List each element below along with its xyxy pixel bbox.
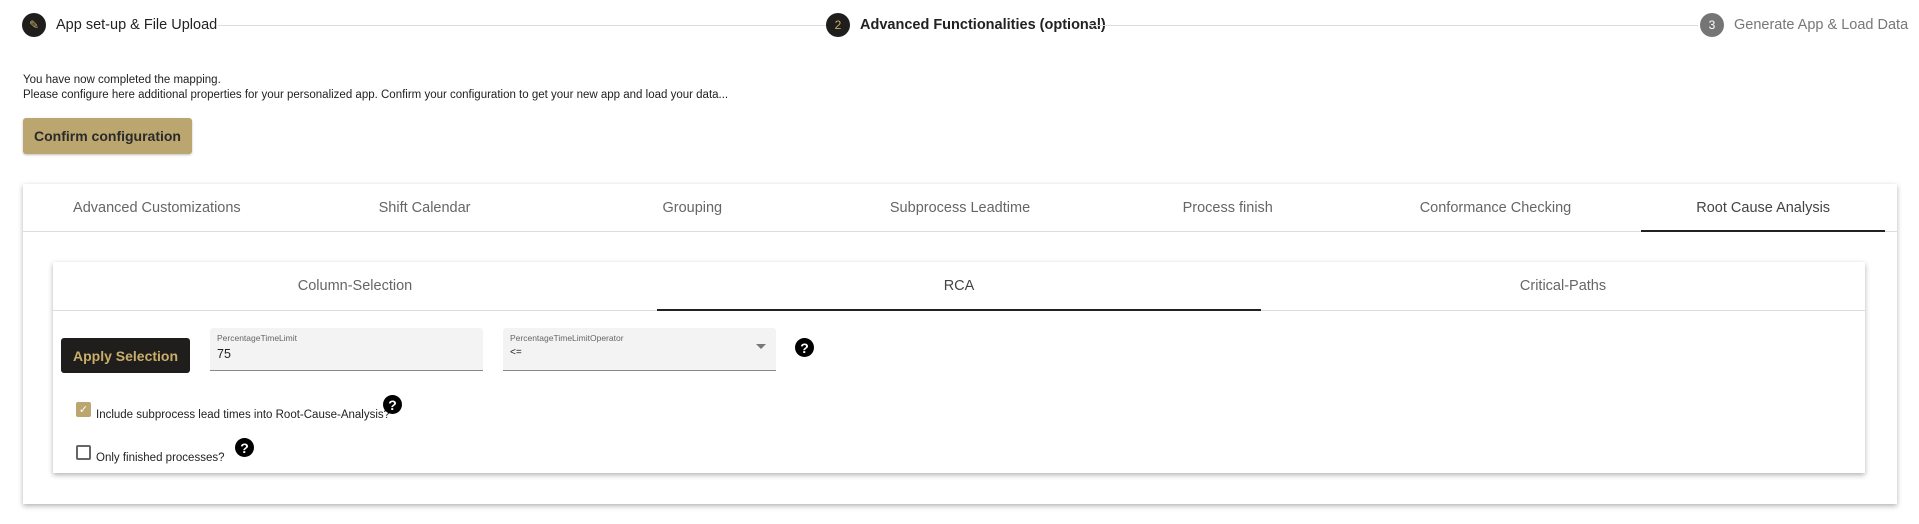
- pencil-icon: ✎: [22, 13, 46, 37]
- step-label: Advanced Functionalities (optional): [860, 17, 1106, 33]
- tab-process-finish[interactable]: Process finish: [1094, 184, 1362, 231]
- apply-selection-button[interactable]: Apply Selection: [61, 338, 190, 373]
- field-value: 75: [217, 347, 231, 361]
- field-label: PercentageTimeLimitOperator: [510, 333, 624, 343]
- sub-tabs: Column-Selection RCA Critical-Paths: [53, 262, 1865, 311]
- help-icon[interactable]: ?: [235, 438, 254, 457]
- confirm-configuration-button[interactable]: Confirm configuration: [23, 118, 192, 154]
- step-label: Generate App & Load Data: [1734, 17, 1909, 33]
- include-subprocess-checkbox[interactable]: ✓: [76, 402, 91, 417]
- stepper-divider: [218, 25, 828, 26]
- field-value: <=: [510, 347, 522, 358]
- intro-line-1: You have now completed the mapping.: [23, 74, 221, 86]
- only-finished-label: Only finished processes?: [96, 452, 225, 464]
- subtab-critical-paths[interactable]: Critical-Paths: [1261, 262, 1865, 310]
- step-label: App set-up & File Upload: [56, 17, 218, 33]
- subtab-column-selection[interactable]: Column-Selection: [53, 262, 657, 310]
- step-number: 2: [826, 13, 850, 37]
- main-tabs: Advanced Customizations Shift Calendar G…: [23, 184, 1897, 232]
- subtab-rca[interactable]: RCA: [657, 262, 1261, 311]
- tab-shift-calendar[interactable]: Shift Calendar: [291, 184, 559, 231]
- tab-root-cause-analysis[interactable]: Root Cause Analysis: [1629, 184, 1897, 232]
- help-icon[interactable]: ?: [795, 338, 814, 357]
- percentage-time-limit-input[interactable]: PercentageTimeLimit 75: [210, 328, 483, 371]
- step-app-setup[interactable]: ✎ App set-up & File Upload: [22, 13, 217, 37]
- intro-line-2: Please configure here additional propert…: [23, 89, 729, 101]
- percentage-time-limit-operator-select[interactable]: PercentageTimeLimitOperator <=: [503, 328, 776, 371]
- tab-grouping[interactable]: Grouping: [558, 184, 826, 231]
- step-generate[interactable]: 3 Generate App & Load Data: [1700, 13, 1908, 37]
- step-advanced[interactable]: 2 Advanced Functionalities (optional): [826, 13, 1106, 37]
- stepper-divider: [1088, 25, 1698, 26]
- step-number: 3: [1700, 13, 1724, 37]
- help-icon[interactable]: ?: [383, 395, 402, 414]
- tab-advanced-customizations[interactable]: Advanced Customizations: [23, 184, 291, 231]
- field-label: PercentageTimeLimit: [217, 333, 297, 343]
- chevron-down-icon: [756, 344, 766, 349]
- tab-conformance-checking[interactable]: Conformance Checking: [1362, 184, 1630, 231]
- configuration-card: Advanced Customizations Shift Calendar G…: [23, 184, 1897, 504]
- only-finished-checkbox[interactable]: [76, 445, 91, 460]
- rca-panel: Column-Selection RCA Critical-Paths Appl…: [53, 262, 1865, 473]
- include-subprocess-label: Include subprocess lead times into Root-…: [96, 409, 391, 421]
- tab-subprocess-leadtime[interactable]: Subprocess Leadtime: [826, 184, 1094, 231]
